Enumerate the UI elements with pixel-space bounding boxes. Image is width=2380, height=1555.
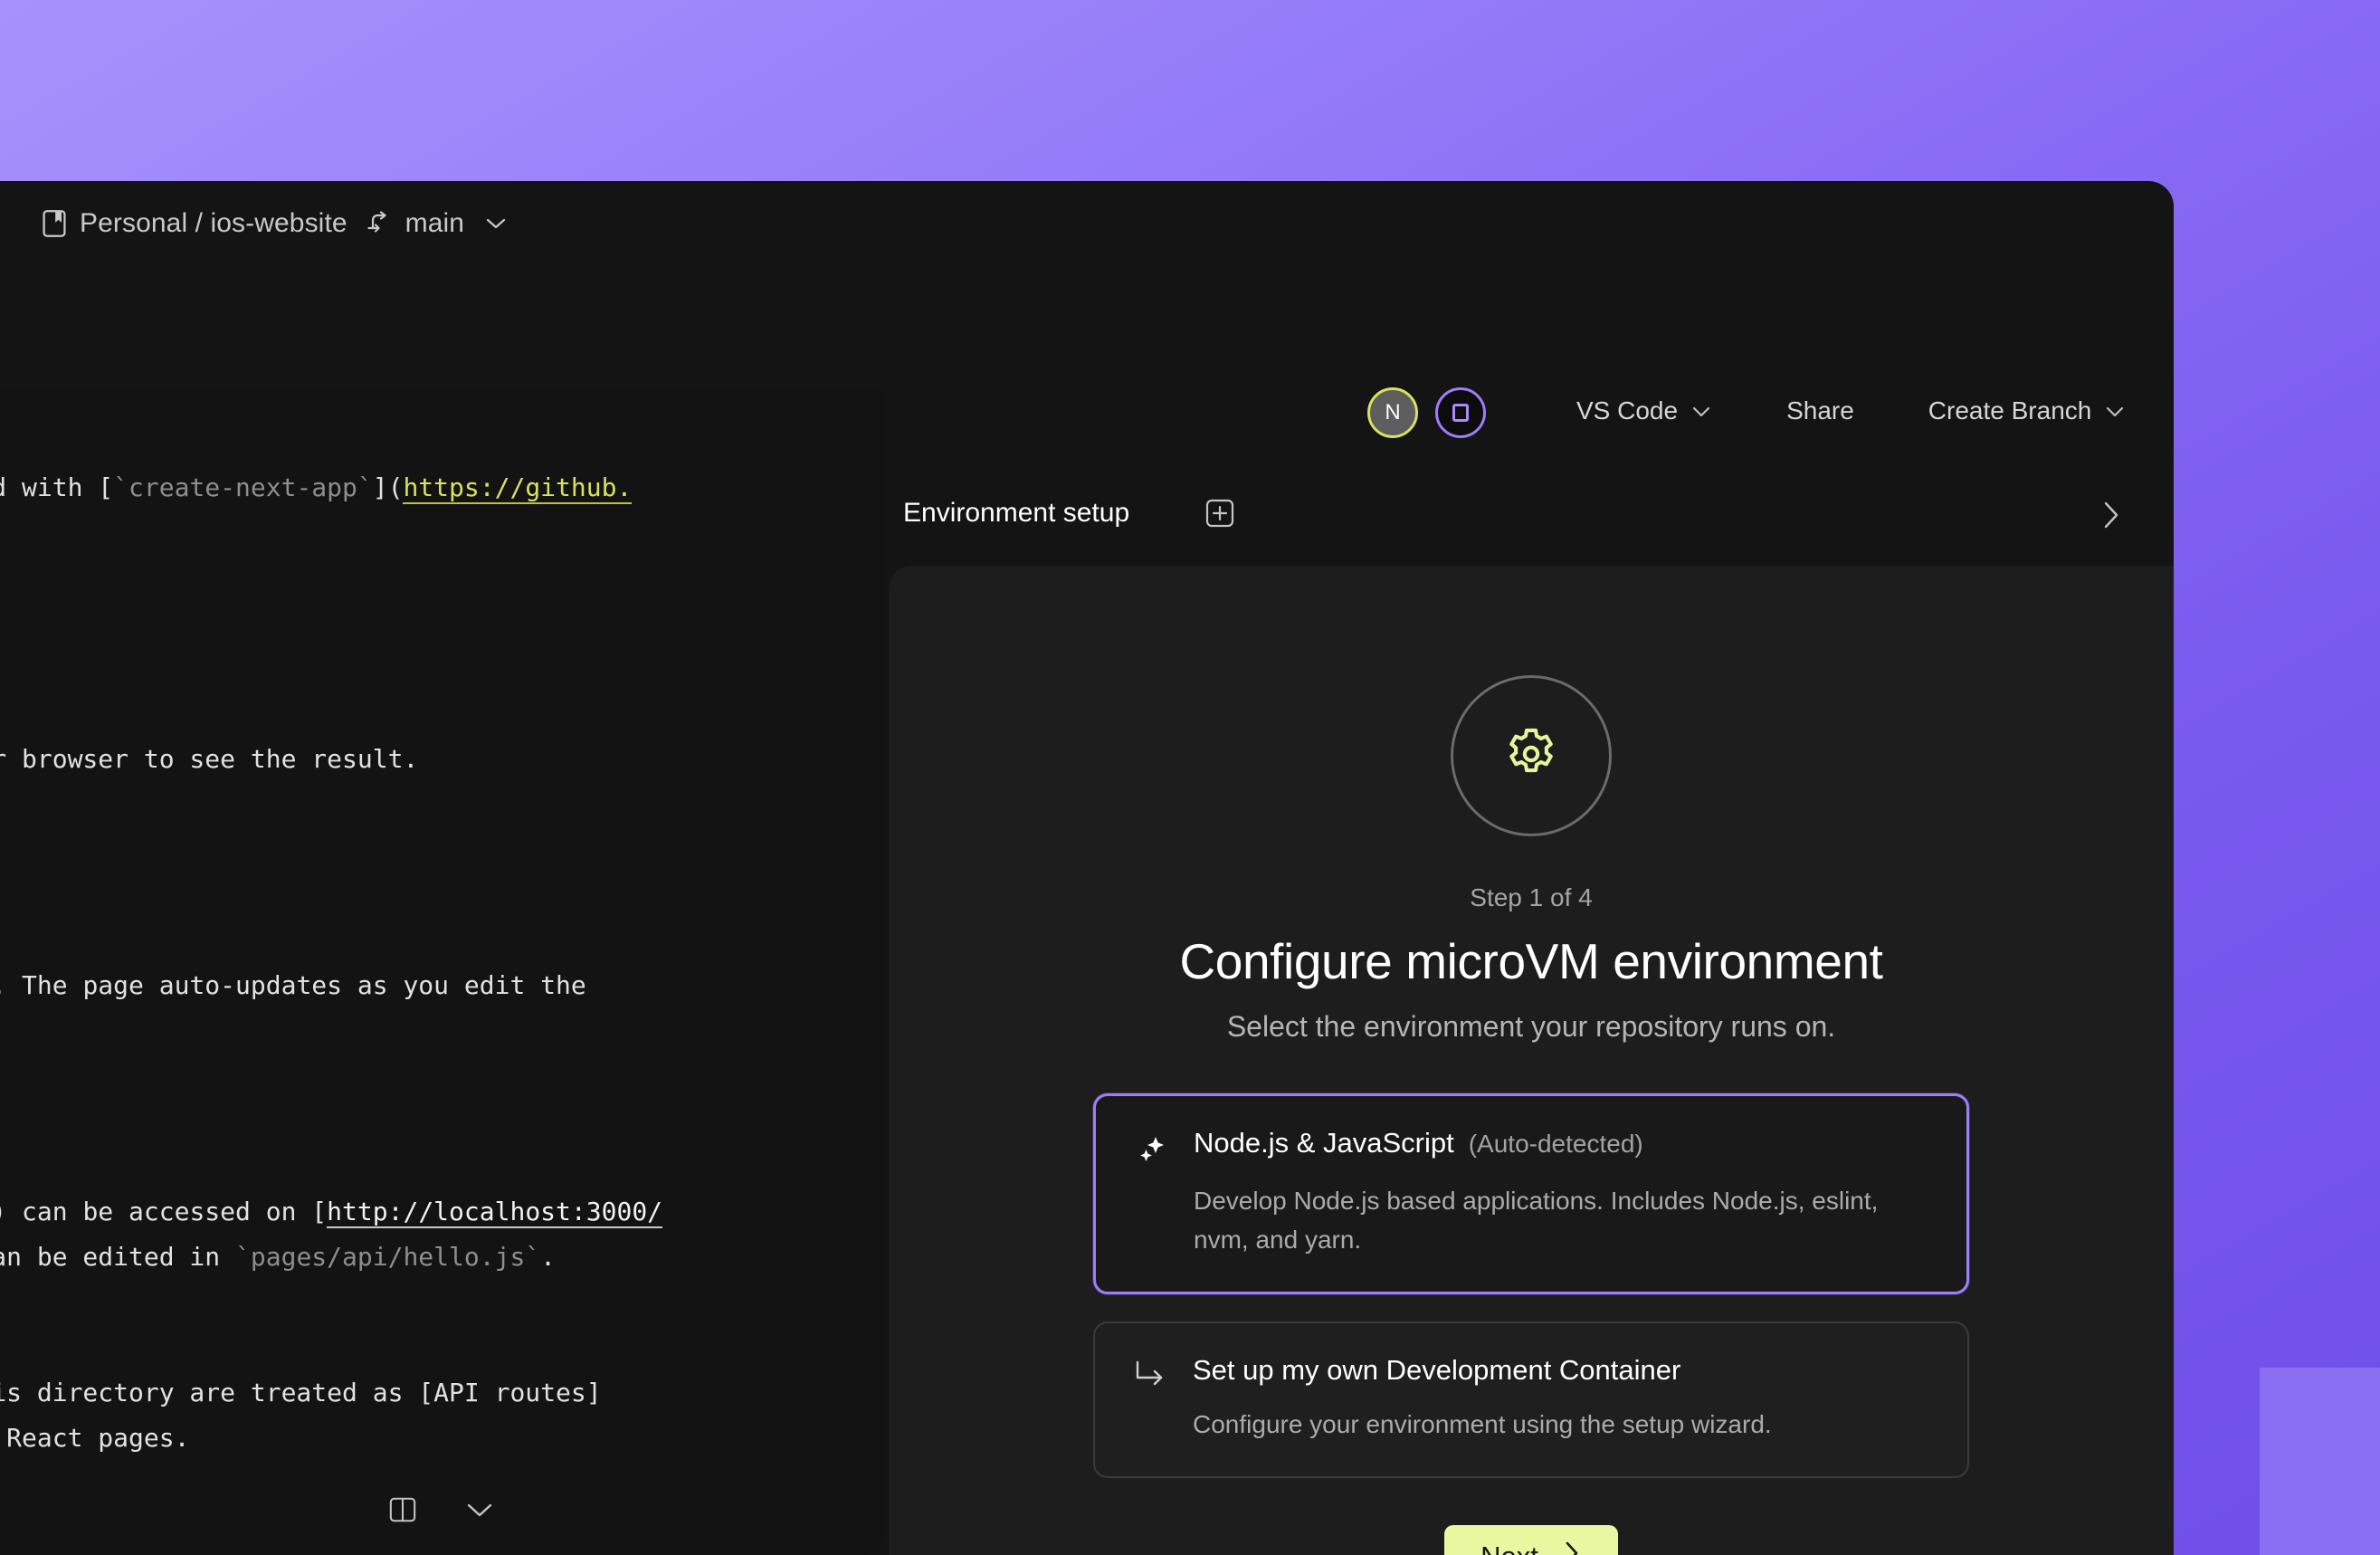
create-branch-label: Create Branch (1928, 396, 2092, 425)
branch-icon (364, 211, 393, 236)
markdown-panel-footer (0, 1468, 885, 1555)
split-pane-icon[interactable] (388, 1495, 417, 1529)
page-subtitle: Select the environment your repository r… (1226, 1010, 1836, 1043)
option-card-nodejs[interactable]: Node.js & JavaScript (Auto-detected) Dev… (1093, 1093, 1969, 1294)
avatar-initial: N (1385, 400, 1401, 425)
option-card-devcontainer[interactable]: Set up my own Development Container Conf… (1093, 1321, 1969, 1478)
chevron-right-icon (1562, 1540, 1582, 1555)
background-accent-block (2260, 1368, 2380, 1555)
vs-code-menu[interactable]: VS Code (1557, 391, 1732, 431)
markdown-content: rapped with [`create-next-app`](https://… (0, 472, 663, 1453)
application-window: Personal / ios-website main N VS Code Sh… (0, 181, 2174, 1555)
top-bar: Personal / ios-website main (0, 181, 2174, 281)
avatar-group: N (1367, 387, 1494, 442)
gear-icon-ring (1451, 675, 1612, 836)
avatar-app[interactable] (1435, 387, 1486, 438)
option-description: Develop Node.js based applications. Incl… (1194, 1187, 1879, 1254)
option-title: Node.js & JavaScript (1194, 1127, 1454, 1159)
share-button[interactable]: Share (1766, 391, 1874, 431)
share-label: Share (1786, 396, 1854, 425)
create-branch-menu[interactable]: Create Branch (1909, 391, 2147, 431)
chevron-down-icon (1690, 396, 1712, 425)
breadcrumb-branch: main (405, 208, 465, 238)
option-description: Configure your environment using the set… (1193, 1410, 1772, 1438)
next-button-label: Next (1480, 1541, 1538, 1555)
plus-square-icon[interactable] (1204, 497, 1236, 534)
chevron-down-icon[interactable] (462, 1498, 497, 1526)
avatar-user[interactable]: N (1367, 387, 1418, 438)
tab-environment-setup[interactable]: Environment setup (903, 498, 1129, 529)
option-badge: (Auto-detected) (1468, 1130, 1643, 1158)
topbar-actions: VS Code Share Create Branch (1557, 391, 2146, 431)
vs-code-label: VS Code (1576, 396, 1679, 425)
app-square-icon (1452, 404, 1469, 422)
wizard-footer: Next (889, 1525, 2174, 1555)
repository-book-icon (42, 209, 67, 238)
gear-icon (1501, 724, 1561, 788)
arrow-turn-down-right-icon (1131, 1354, 1169, 1390)
step-counter: Step 1 of 4 (1470, 883, 1593, 911)
markdown-preview-panel[interactable]: rapped with [`create-next-app`](https://… (0, 387, 885, 1555)
desktop-background: Personal / ios-website main N VS Code Sh… (0, 0, 2380, 1555)
page-title: Configure microVM environment (1179, 933, 1883, 989)
chevron-down-icon[interactable] (484, 215, 508, 232)
environment-setup-panel: Step 1 of 4 Configure microVM environmen… (889, 566, 2174, 1555)
chevron-right-icon[interactable] (2099, 498, 2123, 537)
next-button[interactable]: Next (1444, 1525, 1618, 1555)
breadcrumb[interactable]: Personal / ios-website main (42, 208, 508, 239)
option-title: Set up my own Development Container (1193, 1354, 1681, 1386)
breadcrumb-repo-path: Personal / ios-website (80, 208, 347, 238)
environment-options-list: Node.js & JavaScript (Auto-detected) Dev… (1093, 1093, 1969, 1478)
sparkles-icon (1132, 1127, 1170, 1167)
chevron-down-icon (2104, 396, 2126, 425)
